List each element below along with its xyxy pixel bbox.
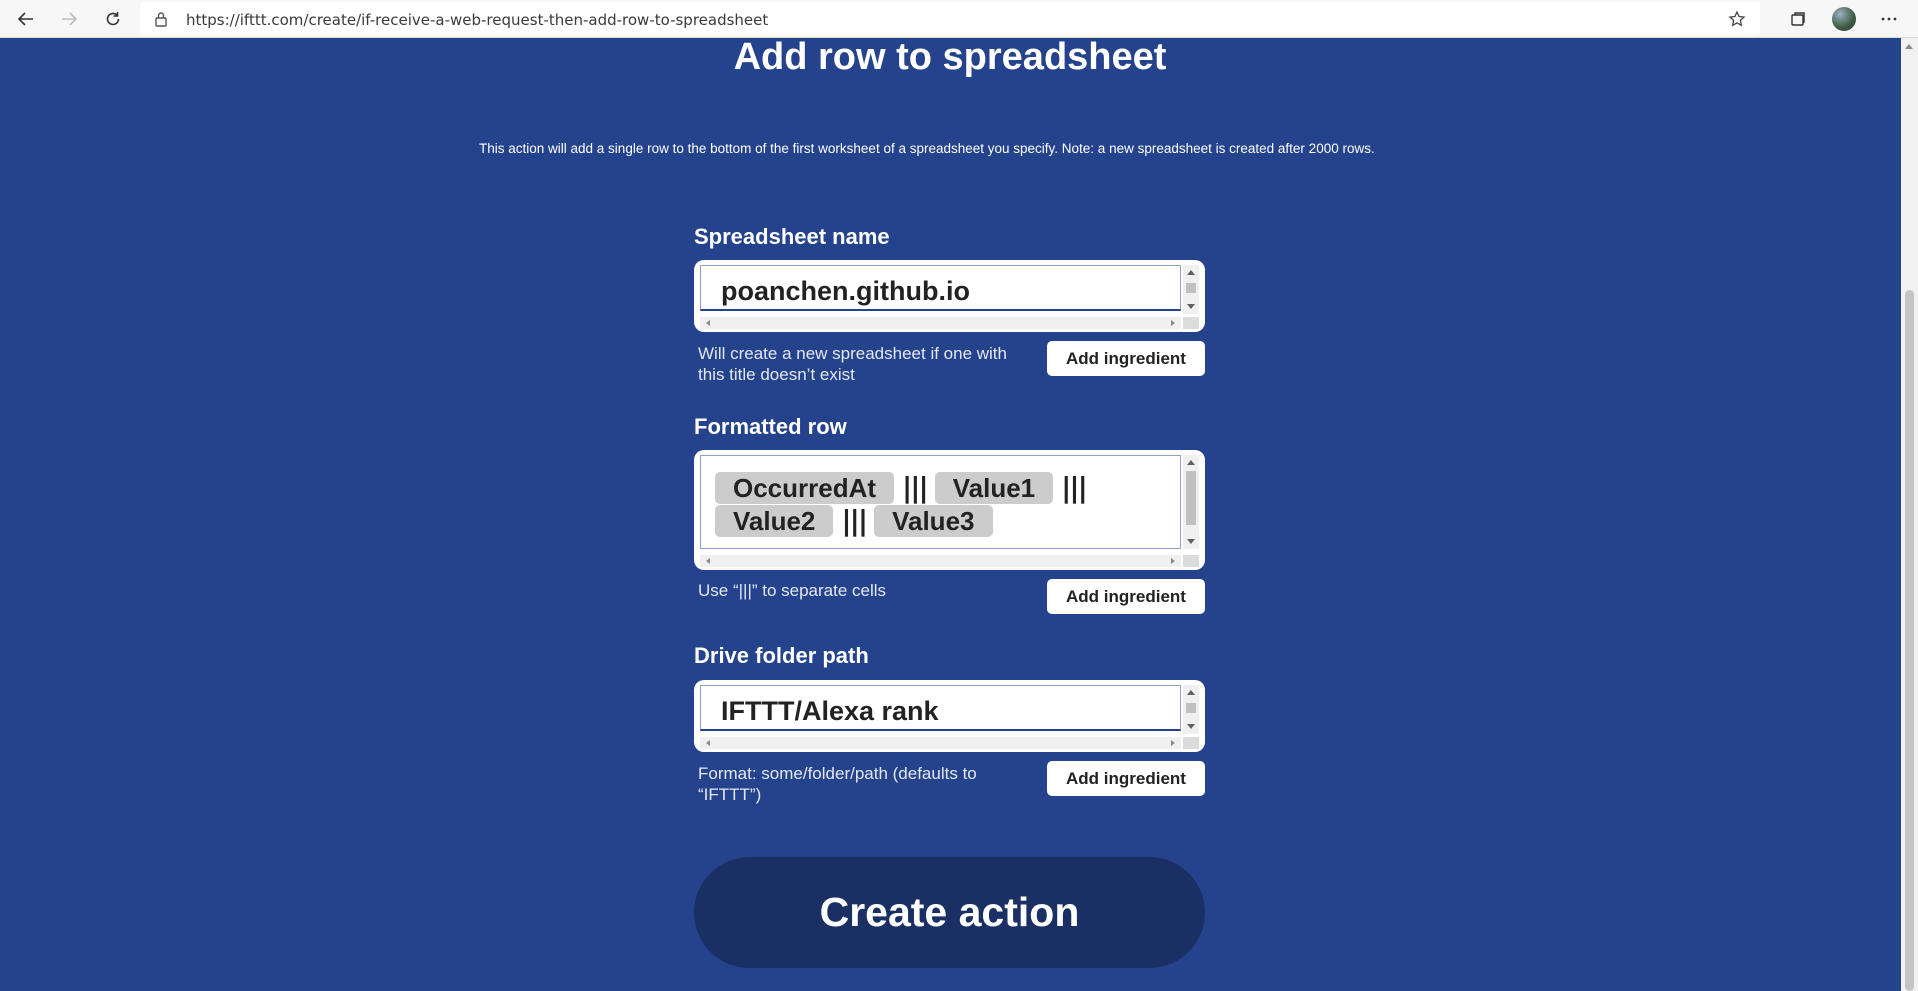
drive-folder-path-field[interactable]: IFTTT/Alexa rank [694, 680, 1205, 752]
drive-folder-path-value: IFTTT/Alexa rank [721, 696, 939, 726]
drive-folder-path-vscroll[interactable] [1183, 685, 1199, 734]
drive-folder-path-input[interactable]: IFTTT/Alexa rank [700, 685, 1181, 731]
scroll-up-icon[interactable] [1905, 44, 1913, 49]
scroll-corner [1183, 317, 1199, 329]
vscroll-thumb[interactable] [1186, 703, 1196, 713]
scroll-right-icon[interactable] [1171, 740, 1175, 746]
profile-avatar[interactable] [1832, 7, 1856, 31]
scroll-right-icon[interactable] [1171, 320, 1175, 326]
refresh-icon[interactable] [101, 7, 125, 31]
vscroll-thumb[interactable] [1186, 471, 1196, 525]
ingredient-occurredat[interactable]: OccurredAt [715, 471, 895, 504]
scroll-corner [1183, 737, 1199, 749]
cell-separator: ||| [1061, 471, 1088, 504]
more-menu-icon[interactable] [1877, 7, 1901, 31]
formatted-row-input[interactable]: OccurredAt ||| Value1 ||| Value2 ||| Val… [700, 455, 1181, 549]
scroll-right-icon[interactable] [1171, 558, 1175, 564]
formatted-row-hscroll[interactable] [700, 555, 1181, 567]
scroll-left-icon[interactable] [706, 320, 710, 326]
add-ingredient-button[interactable]: Add ingredient [1047, 761, 1205, 796]
scroll-up-icon[interactable] [1187, 270, 1195, 275]
formatted-row-vscroll[interactable] [1183, 455, 1199, 549]
url-text: https://ifttt.com/create/if-receive-a-we… [186, 11, 769, 29]
lock-icon [154, 11, 168, 32]
drive-folder-path-hscroll[interactable] [700, 737, 1181, 749]
spreadsheet-name-hint: Will create a new spreadsheet if one wit… [698, 344, 1007, 384]
page-title: Add row to spreadsheet [733, 36, 1167, 78]
scroll-down-icon[interactable] [1187, 539, 1195, 544]
cell-separator: ||| [902, 471, 929, 504]
cell-separator: ||| [841, 504, 868, 537]
spreadsheet-name-vscroll[interactable] [1183, 265, 1199, 314]
formatted-row-field[interactable]: OccurredAt ||| Value1 ||| Value2 ||| Val… [694, 450, 1205, 570]
scroll-up-icon[interactable] [1187, 460, 1195, 465]
action-description: This action will add a single row to the… [479, 141, 1375, 156]
scroll-up-icon[interactable] [1187, 690, 1195, 695]
browser-toolbar: https://ifttt.com/create/if-receive-a-we… [0, 0, 1918, 38]
page-scrollbar[interactable] [1901, 38, 1918, 991]
scroll-down-icon[interactable] [1187, 304, 1195, 309]
back-icon[interactable] [14, 7, 38, 31]
scrollbar-thumb[interactable] [1905, 290, 1914, 991]
add-ingredient-button[interactable]: Add ingredient [1047, 341, 1205, 376]
spreadsheet-name-input[interactable]: poanchen.github.io [700, 265, 1181, 311]
forward-icon[interactable] [57, 7, 81, 31]
ingredient-value2[interactable]: Value2 [715, 504, 834, 537]
spreadsheet-name-label: Spreadsheet name [694, 224, 890, 249]
ingredient-value3[interactable]: Value3 [874, 504, 993, 537]
spreadsheet-name-hscroll[interactable] [700, 317, 1181, 329]
scroll-down-icon[interactable] [1187, 724, 1195, 729]
spreadsheet-name-value: poanchen.github.io [721, 276, 970, 306]
vscroll-thumb[interactable] [1186, 283, 1196, 293]
add-ingredient-button[interactable]: Add ingredient [1047, 579, 1205, 614]
spreadsheet-name-field[interactable]: poanchen.github.io [694, 260, 1205, 332]
collections-icon[interactable] [1786, 7, 1810, 31]
formatted-row-line-1: OccurredAt ||| Value1 ||| [715, 471, 1094, 504]
formatted-row-line-2: Value2 ||| Value3 [715, 504, 993, 537]
ingredient-value1[interactable]: Value1 [934, 471, 1054, 504]
favorite-star-icon[interactable] [1728, 10, 1746, 33]
scroll-left-icon[interactable] [706, 558, 710, 564]
scroll-left-icon[interactable] [706, 740, 710, 746]
address-bar[interactable]: https://ifttt.com/create/if-receive-a-we… [140, 2, 1760, 36]
drive-folder-path-hint: Format: some/folder/path (defaults to “I… [698, 764, 977, 804]
create-action-button[interactable]: Create action [694, 857, 1205, 968]
formatted-row-hint: Use “|||” to separate cells [698, 581, 887, 600]
formatted-row-label: Formatted row [694, 414, 847, 439]
drive-folder-path-label: Drive folder path [694, 643, 869, 668]
scroll-corner [1183, 555, 1199, 567]
